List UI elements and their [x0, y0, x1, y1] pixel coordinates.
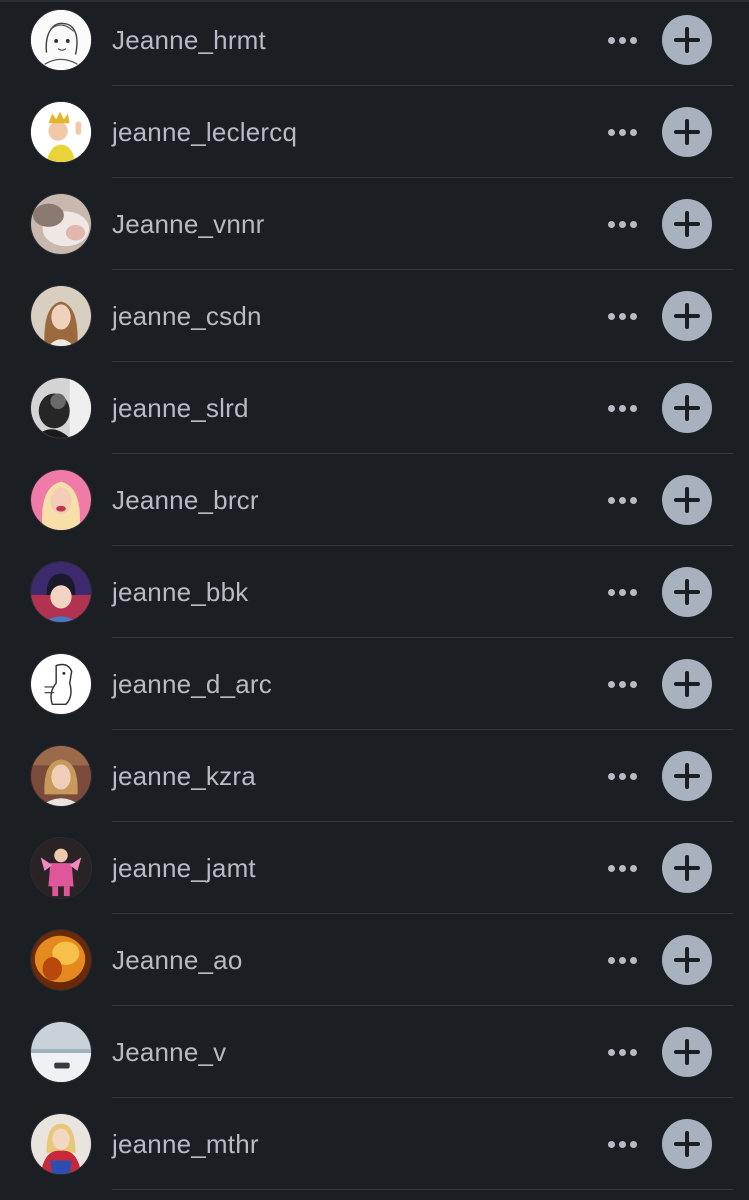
avatar[interactable]: [30, 745, 92, 807]
ellipsis-icon[interactable]: [602, 669, 642, 699]
ellipsis-icon[interactable]: [602, 485, 642, 515]
list-item[interactable]: jeanne_bbk: [0, 546, 749, 638]
plus-icon[interactable]: [662, 475, 712, 525]
ellipsis-icon[interactable]: [602, 393, 642, 423]
list-item[interactable]: Jeanne_brcr: [0, 454, 749, 546]
plus-icon[interactable]: [662, 935, 712, 985]
avatar[interactable]: [30, 653, 92, 715]
ellipsis-icon[interactable]: [602, 945, 642, 975]
user-search-results: Jeanne_hrmt jeanne_leclercq Jeanne_vnnr …: [0, 0, 749, 1200]
username[interactable]: Jeanne_ao: [112, 942, 242, 978]
avatar[interactable]: [30, 193, 92, 255]
avatar[interactable]: [30, 285, 92, 347]
avatar[interactable]: [30, 9, 92, 71]
ellipsis-icon[interactable]: [602, 25, 642, 55]
plus-icon[interactable]: [662, 107, 712, 157]
list-item[interactable]: jeanne_jamt: [0, 822, 749, 914]
ellipsis-icon[interactable]: [602, 209, 642, 239]
avatar[interactable]: [30, 837, 92, 899]
plus-icon[interactable]: [662, 1119, 712, 1169]
username[interactable]: jeanne_slrd: [112, 390, 249, 426]
ellipsis-icon[interactable]: [602, 853, 642, 883]
username[interactable]: Jeanne_hrmt: [112, 22, 266, 58]
list-item[interactable]: Jeanne_vnnr: [0, 178, 749, 270]
list-item[interactable]: Jeanne_v: [0, 1006, 749, 1098]
avatar[interactable]: [30, 1113, 92, 1175]
ellipsis-icon[interactable]: [602, 117, 642, 147]
username[interactable]: jeanne_d_arc: [112, 666, 272, 702]
list-item[interactable]: Jeanne_hrmt: [0, 0, 749, 86]
row-divider: [112, 1189, 733, 1190]
ellipsis-icon[interactable]: [602, 577, 642, 607]
list-item[interactable]: jeanne_kzra: [0, 730, 749, 822]
avatar[interactable]: [30, 1021, 92, 1083]
list-item[interactable]: jeanne_mthr: [0, 1098, 749, 1190]
ellipsis-icon[interactable]: [602, 761, 642, 791]
username[interactable]: jeanne_mthr: [112, 1126, 259, 1162]
list-item[interactable]: jeanne_d_arc: [0, 638, 749, 730]
plus-icon[interactable]: [662, 15, 712, 65]
plus-icon[interactable]: [662, 1027, 712, 1077]
username[interactable]: jeanne_kzra: [112, 758, 256, 794]
plus-icon[interactable]: [662, 199, 712, 249]
avatar[interactable]: [30, 561, 92, 623]
list-item[interactable]: jeanne_slrd: [0, 362, 749, 454]
plus-icon[interactable]: [662, 291, 712, 341]
plus-icon[interactable]: [662, 751, 712, 801]
ellipsis-icon[interactable]: [602, 1037, 642, 1067]
plus-icon[interactable]: [662, 383, 712, 433]
username[interactable]: Jeanne_vnnr: [112, 206, 265, 242]
ellipsis-icon[interactable]: [602, 301, 642, 331]
list-item[interactable]: jeanne_leclercq: [0, 86, 749, 178]
avatar[interactable]: [30, 377, 92, 439]
avatar[interactable]: [30, 469, 92, 531]
username[interactable]: Jeanne_v: [112, 1034, 226, 1070]
avatar[interactable]: [30, 101, 92, 163]
list-item[interactable]: Jeanne_ao: [0, 914, 749, 1006]
list-item[interactable]: jeanne_csdn: [0, 270, 749, 362]
ellipsis-icon[interactable]: [602, 1129, 642, 1159]
plus-icon[interactable]: [662, 567, 712, 617]
avatar[interactable]: [30, 929, 92, 991]
username[interactable]: jeanne_jamt: [112, 850, 256, 886]
plus-icon[interactable]: [662, 659, 712, 709]
username[interactable]: jeanne_csdn: [112, 298, 262, 334]
username[interactable]: jeanne_leclercq: [112, 114, 297, 150]
plus-icon[interactable]: [662, 843, 712, 893]
username[interactable]: jeanne_bbk: [112, 574, 248, 610]
username[interactable]: Jeanne_brcr: [112, 482, 259, 518]
